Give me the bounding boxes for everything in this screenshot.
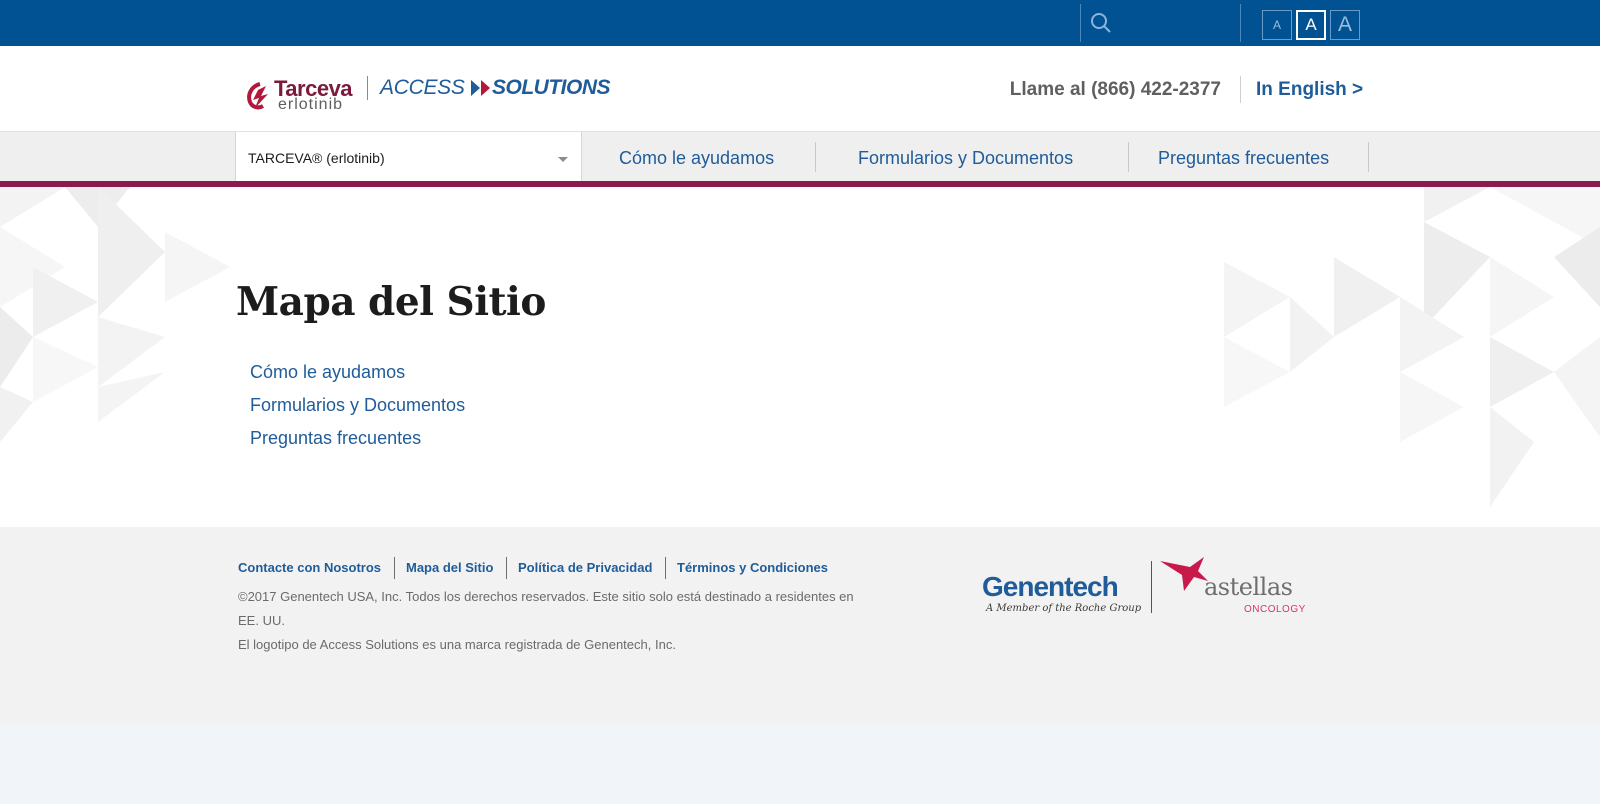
- trademark-text: El logotipo de Access Solutions es una m…: [238, 637, 676, 652]
- nav-item-formularios[interactable]: Formularios y Documentos: [858, 148, 1073, 169]
- main-nav: TARCEVA® (erlotinib) Cómo le ayudamos Fo…: [0, 131, 1600, 182]
- tarceva-swoosh-icon: [247, 82, 268, 110]
- footer-divider: [506, 557, 507, 579]
- copyright-text: ©2017 Genentech USA, Inc. Todos los dere…: [238, 589, 854, 604]
- nav-divider: [815, 142, 816, 172]
- astellas-division: ONCOLOGY: [1244, 604, 1306, 615]
- tarceva-access-solutions-logo[interactable]: Tarceva erlotinib ACCESS SOLUTIONS: [246, 76, 626, 120]
- partner-logo-divider: [1151, 561, 1152, 613]
- footer-link-mapa[interactable]: Mapa del Sitio: [406, 560, 493, 575]
- genentech-logo[interactable]: Genentech A Member of the Roche Group: [982, 571, 1142, 619]
- nav-divider: [1128, 142, 1129, 172]
- program-name-access: ACCESS: [380, 76, 465, 99]
- double-chevron-icon: [471, 80, 490, 96]
- astellas-logo[interactable]: astellas ONCOLOGY: [1158, 557, 1305, 617]
- phone-number[interactable]: Llame al (866) 422-2377: [1010, 79, 1221, 101]
- chevron-down-icon: [558, 157, 568, 162]
- astellas-name: astellas: [1204, 573, 1293, 601]
- font-size-large-button[interactable]: A: [1330, 10, 1360, 40]
- program-name-solutions: SOLUTIONS: [492, 76, 611, 99]
- triangle-pattern-right: [1224, 187, 1600, 507]
- footer-link-terminos[interactable]: Términos y Condiciones: [677, 560, 828, 575]
- sitemap-link-formularios[interactable]: Formularios y Documentos: [250, 395, 465, 416]
- sitemap-link-como-le-ayudamos[interactable]: Cómo le ayudamos: [250, 362, 405, 383]
- nav-item-como-le-ayudamos[interactable]: Cómo le ayudamos: [619, 148, 774, 169]
- triangle-pattern-left: [0, 187, 230, 442]
- main-content: Mapa del Sitio Cómo le ayudamos Formular…: [0, 187, 1600, 527]
- sitemap-link-preguntas[interactable]: Preguntas frecuentes: [250, 428, 421, 449]
- copyright-text-cont: EE. UU.: [238, 613, 285, 628]
- nav-item-preguntas[interactable]: Preguntas frecuentes: [1158, 148, 1329, 169]
- font-size-medium-button[interactable]: A: [1296, 10, 1326, 40]
- utility-divider: [1080, 4, 1081, 42]
- logo-divider: [367, 76, 368, 100]
- genentech-name: Genentech: [982, 571, 1119, 602]
- footer-link-privacidad[interactable]: Política de Privacidad: [518, 560, 652, 575]
- font-size-small-button[interactable]: A: [1262, 10, 1292, 40]
- search-icon[interactable]: [1090, 12, 1112, 34]
- search-input[interactable]: [1118, 10, 1228, 36]
- product-select[interactable]: TARCEVA® (erlotinib): [235, 132, 582, 182]
- utility-bar: A A A: [0, 0, 1600, 46]
- page-title: Mapa del Sitio: [236, 279, 546, 325]
- nav-divider: [1368, 142, 1369, 172]
- language-switch-link[interactable]: In English >: [1256, 79, 1363, 101]
- footer-link-contacto[interactable]: Contacte con Nosotros: [238, 560, 381, 575]
- site-header: Tarceva erlotinib ACCESS SOLUTIONS Llame…: [0, 46, 1600, 131]
- footer-divider: [394, 557, 395, 579]
- astellas-star-icon: [1160, 557, 1208, 591]
- genentech-tagline: A Member of the Roche Group: [986, 603, 1142, 614]
- generic-name: erlotinib: [278, 96, 344, 113]
- utility-divider: [1240, 4, 1241, 42]
- site-footer: Contacte con Nosotros Mapa del Sitio Pol…: [0, 527, 1600, 723]
- product-select-value: TARCEVA® (erlotinib): [248, 150, 385, 166]
- footer-divider: [665, 557, 666, 579]
- header-divider: [1240, 76, 1241, 103]
